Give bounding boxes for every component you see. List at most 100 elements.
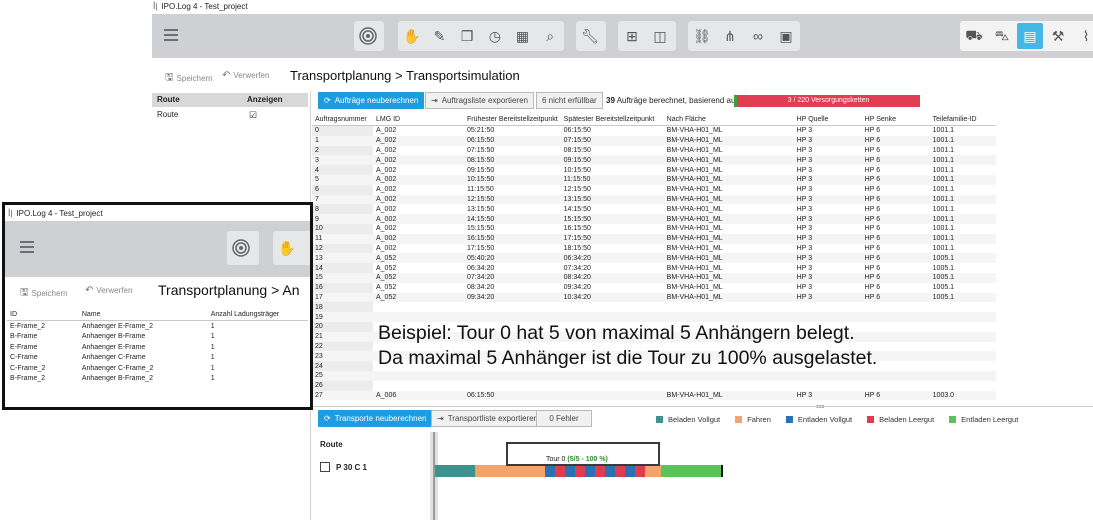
app-logo-icon: ꟾ| bbox=[8, 209, 13, 218]
table-cell: HP 3 bbox=[796, 264, 813, 272]
hand-icon[interactable]: ✋ bbox=[274, 235, 300, 261]
table-row[interactable]: 14 A_052 06:34:20 07:34:20 BM-VHA-H01_ML HP 3… bbox=[312, 263, 996, 273]
table-cell: A_002 bbox=[373, 233, 464, 244]
chain-icon[interactable]: ∞ bbox=[745, 23, 771, 49]
inset-breadcrumb: Transportplanung > An bbox=[158, 282, 300, 298]
table-row[interactable]: 11 A_002 16:15:50 17:15:50 BM-VHA-H01_ML HP 3… bbox=[312, 233, 996, 244]
column-header[interactable]: Auftragsnummer bbox=[312, 114, 373, 126]
table-row[interactable]: 2 A_002 07:15:50 08:15:50 BM-VHA-H01_ML HP 3 H… bbox=[312, 145, 996, 156]
table-cell: Anhaenger B-Frame bbox=[81, 333, 146, 341]
table-row[interactable]: 6 A_002 11:15:50 12:15:50 BM-VHA-H01_ML HP 3 H… bbox=[312, 184, 996, 195]
show-checkbox[interactable]: ☑ bbox=[243, 107, 257, 123]
unfulfilled-button[interactable]: 6 nicht erfüllbar bbox=[536, 92, 603, 109]
search-icon[interactable]: ⌕ bbox=[537, 23, 563, 49]
table-cell: 7 bbox=[312, 194, 373, 205]
column-header[interactable]: ID bbox=[7, 309, 79, 321]
export-transports-button[interactable]: ⇥ Transportliste exportieren bbox=[431, 410, 545, 427]
table-cell: HP 6 bbox=[861, 194, 930, 205]
table-row[interactable]: 26 bbox=[312, 380, 996, 391]
grid-icon[interactable]: ▦ bbox=[510, 23, 536, 49]
column-header[interactable]: Nach Fläche bbox=[663, 114, 794, 126]
column-header[interactable]: Teilefamilie-ID bbox=[929, 114, 996, 126]
copy-icon[interactable]: ❐ bbox=[454, 23, 480, 49]
table-cell: HP 3 bbox=[793, 233, 862, 244]
column-header[interactable]: Spätester Bereitstellzeitpunkt bbox=[560, 114, 664, 126]
breadcrumb-item-1[interactable]: Transportplanung bbox=[290, 68, 391, 83]
table-row[interactable]: 25 bbox=[312, 370, 996, 381]
table-cell: Anhaenger C-Frame bbox=[81, 354, 146, 362]
table-cell: BM-VHA-H01_ML bbox=[663, 174, 794, 185]
truck-icon[interactable]: ⛟ bbox=[961, 23, 987, 49]
table-row[interactable]: 8 A_002 13:15:50 14:15:50 BM-VHA-H01_ML HP 3 H… bbox=[312, 204, 996, 215]
table-row[interactable]: B-Frame Anhaenger B-Frame 1 bbox=[7, 332, 308, 343]
table-cell: 11:15:50 bbox=[467, 186, 494, 194]
column-header[interactable]: Frühester Bereitstellzeitpunkt bbox=[464, 114, 561, 126]
table-row[interactable]: 27 A_006 06:15:50 BM-VHA-H01_ML HP 3 HP 6 1003… bbox=[312, 390, 996, 401]
table-row[interactable]: B-Frame_2 Anhaenger B-Frame_2 1 bbox=[7, 374, 308, 385]
matrix-icon[interactable]: ▣ bbox=[773, 23, 799, 49]
table-row[interactable]: 0 A_002 05:21:50 06:15:50 BM-VHA-H01_ML HP 3 H… bbox=[312, 125, 996, 136]
route-row[interactable]: Route ☑ bbox=[152, 107, 308, 123]
table-row[interactable]: 17 A_052 09:34:20 10:34:20 BM-VHA-H01_ML HP 3… bbox=[312, 292, 996, 303]
discard-button[interactable]: ↶ Verwerfen bbox=[222, 70, 269, 81]
table-row[interactable]: 7 A_002 12:15:50 13:15:50 BM-VHA-H01_ML HP 3H… bbox=[312, 194, 996, 205]
hand-icon[interactable]: ✋ bbox=[399, 23, 425, 49]
table-row[interactable]: 18 bbox=[312, 302, 996, 313]
inset-save-button[interactable]: 🖫 Speichern bbox=[20, 285, 68, 302]
hamburger-menu-icon[interactable] bbox=[20, 241, 34, 253]
column-header[interactable]: Name bbox=[78, 309, 208, 321]
table-row[interactable]: 3 A_002 08:15:50 09:15:50 BM-VHA-H01_ML HP 3H… bbox=[312, 155, 996, 166]
wrench-icon[interactable]: 🔧︎ bbox=[577, 23, 603, 49]
area-icon[interactable]: ◫ bbox=[647, 23, 673, 49]
inset-breadcrumb-item[interactable]: Transportplanung bbox=[158, 282, 267, 298]
trailer-icon[interactable]: ⛍ bbox=[989, 23, 1015, 49]
table-row[interactable]: 9 A_002 14:15:50 15:15:50 BM-VHA-H01_ML HP 3H… bbox=[312, 214, 996, 224]
table-row[interactable]: 1 A_002 06:15:50 07:15:50 BM-VHA-H01_ML HP 3H… bbox=[312, 135, 996, 146]
link-icon[interactable]: ⛓︎ bbox=[689, 23, 715, 49]
table-cell: 09:34:20 bbox=[563, 284, 591, 292]
export-orders-button[interactable]: ⇥ Auftragsliste exportieren bbox=[425, 92, 534, 109]
column-header[interactable]: HP Quelle bbox=[793, 114, 862, 126]
clock-icon[interactable]: ◷ bbox=[482, 23, 508, 49]
table-row[interactable]: C-Frame_2 Anhaenger C-Frame_2 1 bbox=[7, 363, 308, 374]
table-row[interactable]: 13 A_052 05:40:20 06:34:20 BM-VHA-H01_ML HP 3… bbox=[312, 253, 996, 264]
table-cell: 11 bbox=[312, 233, 373, 244]
table-cell bbox=[929, 312, 996, 322]
table-cell: HP 6 bbox=[864, 244, 881, 252]
table-row[interactable]: 12 A_002 17:15:50 18:15:50 BM-VHA-H01_ML HP 3… bbox=[312, 243, 996, 254]
cross-grid-icon[interactable]: ⊞ bbox=[619, 23, 645, 49]
table-row[interactable]: 10 A_002 15:15:50 16:15:50 BM-VHA-H01_ML HP 3… bbox=[312, 223, 996, 234]
table-cell: BM-VHA-H01_ML bbox=[663, 272, 794, 283]
recalculate-transports-button[interactable]: ⟳ Transporte neuberechnen bbox=[318, 410, 433, 427]
target-icon[interactable] bbox=[228, 235, 254, 261]
hamburger-menu-icon[interactable] bbox=[164, 29, 178, 41]
table-row[interactable]: 16 A_052 08:34:20 09:34:20 BM-VHA-H01_ML HP 3… bbox=[312, 282, 996, 293]
stairs-icon[interactable]: ⌇ bbox=[1073, 23, 1093, 49]
toolbar-group-6: ⛟ ⛍ ▤ ⚒ ⌇ bbox=[960, 21, 1093, 51]
table-row[interactable]: 4 A_002 09:15:50 10:15:50 BM-VHA-H01_ML HP 3 H… bbox=[312, 165, 996, 175]
inset-discard-button[interactable]: ↶ Verwerfen bbox=[85, 285, 132, 296]
table-cell: 1001.1 bbox=[929, 135, 996, 146]
table-row[interactable]: 5 A_002 10:15:50 11:15:50 BM-VHA-H01_ML HP 3H… bbox=[312, 174, 996, 185]
network-icon[interactable]: ⋔ bbox=[717, 23, 743, 49]
target-icon[interactable] bbox=[355, 23, 381, 49]
save-button[interactable]: 🖫 Speichern bbox=[165, 70, 213, 87]
table-cell: HP 3 bbox=[793, 272, 862, 283]
calendar-icon[interactable]: ▤ bbox=[1017, 23, 1043, 49]
route-checkbox[interactable] bbox=[320, 462, 330, 472]
table-row[interactable]: E-Frame Anhaenger E-Frame 1 bbox=[7, 342, 308, 353]
column-header[interactable]: HP Senke bbox=[861, 114, 930, 126]
column-header[interactable]: LMG ID bbox=[373, 114, 464, 126]
table-row[interactable]: E-Frame_2 Anhaenger E-Frame_2 1 bbox=[7, 321, 308, 332]
table-cell: A_002 bbox=[376, 146, 397, 154]
table-row[interactable]: C-Frame Anhaenger C-Frame 1 bbox=[7, 353, 308, 364]
pencil-icon[interactable]: ✎ bbox=[427, 23, 453, 49]
errors-button[interactable]: 0 Fehler bbox=[536, 410, 592, 427]
column-header[interactable]: Anzahl Ladungsträger bbox=[207, 309, 308, 321]
recalculate-orders-button[interactable]: ⟳ Aufträge neuberechnen bbox=[318, 92, 425, 109]
forklift-icon[interactable]: ⚒ bbox=[1045, 23, 1071, 49]
table-row[interactable]: 15 A_052 07:34:20 08:34:20 BM-VHA-H01_ML HP 3… bbox=[312, 272, 996, 283]
gantt-route-row[interactable]: P 30 C 1 bbox=[320, 462, 367, 472]
tour-bar[interactable] bbox=[435, 465, 725, 477]
table-cell: BM-VHA-H01_ML bbox=[666, 127, 723, 135]
